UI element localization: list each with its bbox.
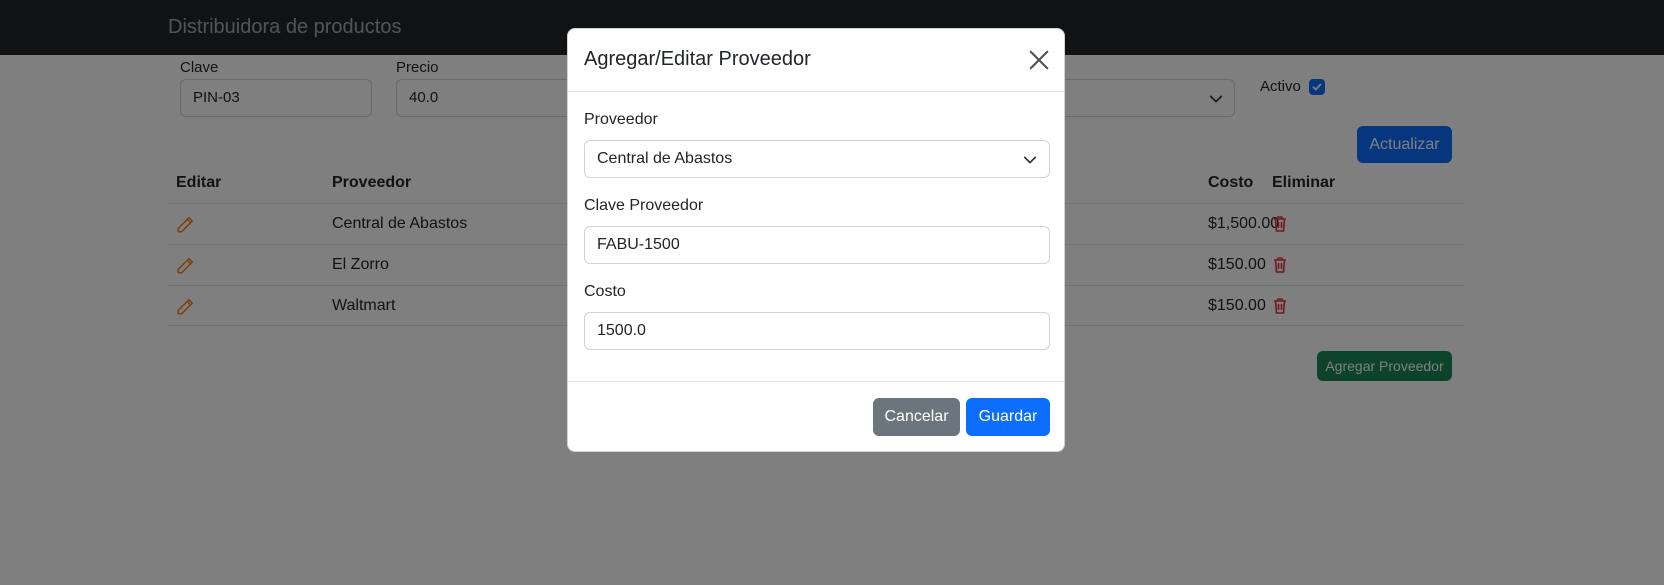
costo-label: Costo: [584, 283, 626, 300]
proveedor-selected-value: Central de Abastos: [597, 150, 733, 167]
modal-header: Agregar/Editar Proveedor: [568, 29, 1064, 92]
modal-title: Agregar/Editar Proveedor: [584, 48, 811, 70]
clave-proveedor-input[interactable]: FABU-1500: [584, 226, 1050, 264]
proveedor-label: Proveedor: [584, 111, 658, 128]
save-button[interactable]: Guardar: [966, 398, 1050, 436]
supplier-modal: Agregar/Editar Proveedor Proveedor Centr…: [567, 28, 1065, 452]
clave-proveedor-label: Clave Proveedor: [584, 197, 704, 214]
proveedor-select[interactable]: Central de Abastos: [584, 140, 1050, 178]
cancel-button[interactable]: Cancelar: [873, 398, 960, 436]
close-icon[interactable]: [1028, 49, 1050, 71]
costo-input[interactable]: 1500.0: [584, 312, 1050, 350]
chevron-down-icon: [1023, 156, 1037, 164]
modal-footer: Cancelar Guardar: [568, 381, 1064, 451]
